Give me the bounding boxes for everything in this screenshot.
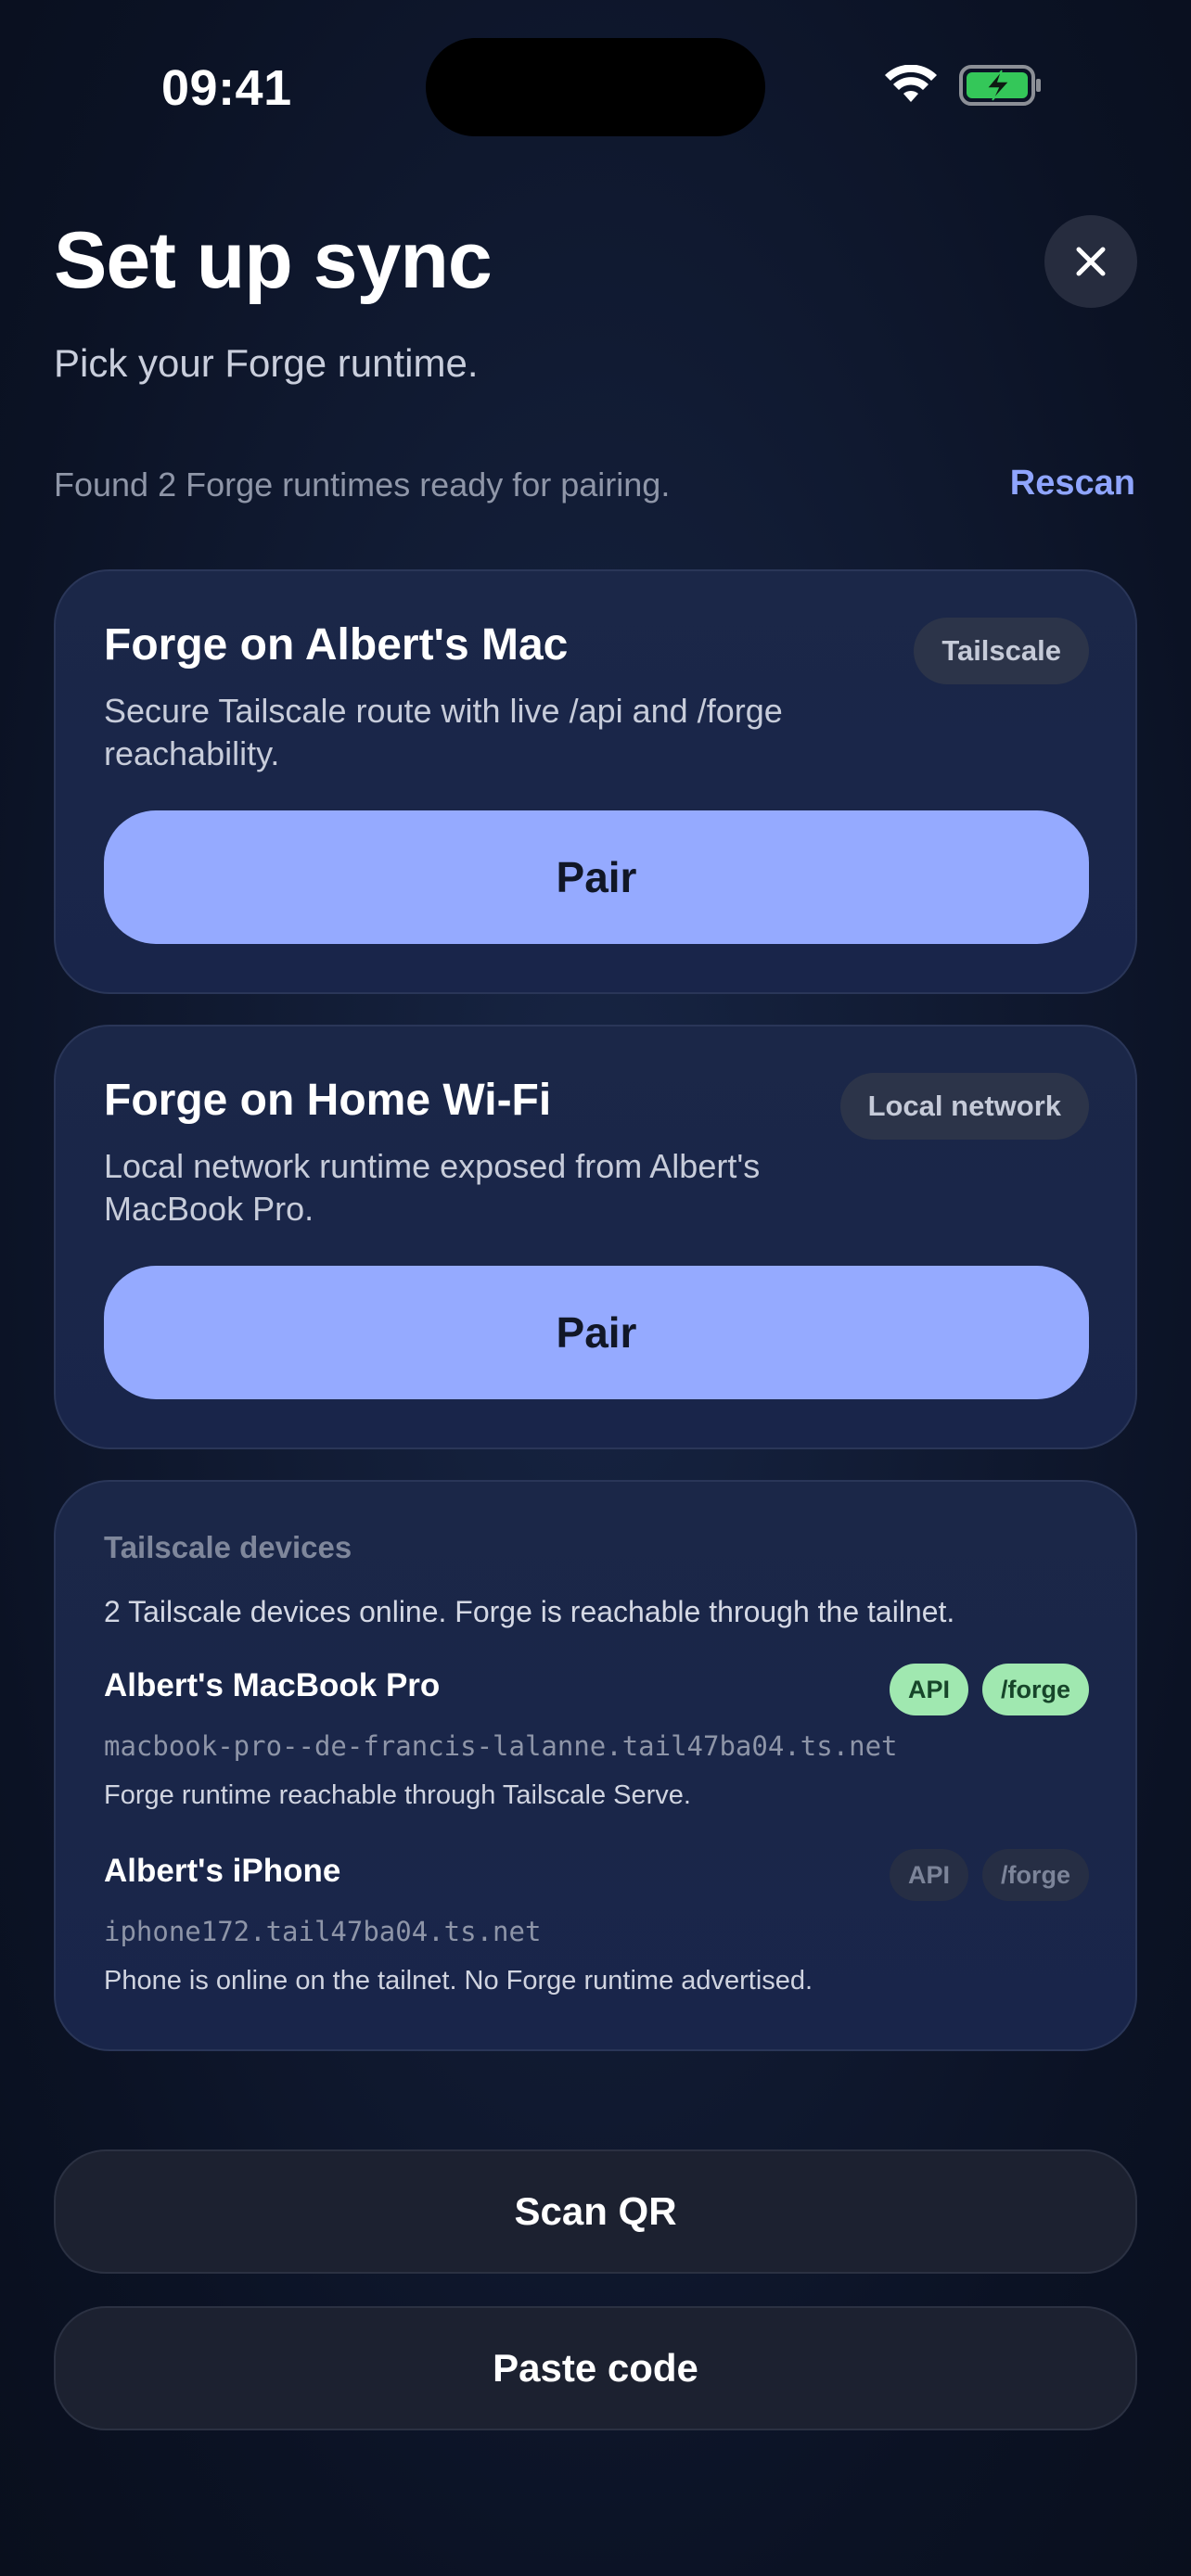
device-name: Albert's iPhone	[104, 1853, 341, 1889]
forge-status-tag: /forge	[981, 1849, 1089, 1901]
pair-button[interactable]: Pair	[104, 1266, 1089, 1399]
tailscale-devices-card: Tailscale devices 2 Tailscale devices on…	[54, 1480, 1137, 2051]
close-icon	[1076, 247, 1106, 276]
scan-qr-button[interactable]: Scan QR	[54, 2149, 1137, 2274]
runtime-title: Forge on Albert's Mac	[104, 620, 569, 670]
page-subtitle: Pick your Forge runtime.	[54, 341, 479, 385]
page-title: Set up sync	[54, 216, 493, 305]
pair-button[interactable]: Pair	[104, 810, 1089, 944]
device-hostname: macbook-pro--de-francis-lalanne.tail47ba…	[104, 1730, 898, 1762]
runtime-type-badge: Tailscale	[914, 618, 1089, 684]
devices-summary: 2 Tailscale devices online. Forge is rea…	[104, 1595, 955, 1628]
paste-code-button[interactable]: Paste code	[54, 2306, 1137, 2430]
device-note: Forge runtime reachable through Tailscal…	[104, 1780, 691, 1810]
api-status-tag: API	[889, 1664, 968, 1715]
api-status-tag: API	[889, 1849, 968, 1901]
device-hostname: iphone172.tail47ba04.ts.net	[104, 1916, 542, 1947]
discovery-status: Found 2 Forge runtimes ready for pairing…	[54, 465, 671, 504]
device-note: Phone is online on the tailnet. No Forge…	[104, 1966, 813, 1996]
status-time: 09:41	[161, 60, 292, 116]
forge-status-tag: /forge	[981, 1664, 1089, 1715]
dynamic-island	[426, 38, 765, 136]
device-name: Albert's MacBook Pro	[104, 1667, 441, 1703]
runtime-card-tailscale: Forge on Albert's Mac Tailscale Secure T…	[54, 569, 1137, 994]
runtime-type-badge: Local network	[839, 1073, 1089, 1140]
runtime-title: Forge on Home Wi-Fi	[104, 1076, 552, 1125]
runtime-description: Secure Tailscale route with live /api an…	[104, 692, 783, 772]
runtime-description: Local network runtime exposed from Alber…	[104, 1147, 761, 1228]
wifi-icon	[885, 65, 937, 102]
runtime-card-local-network: Forge on Home Wi-Fi Local network Local …	[54, 1025, 1137, 1449]
section-heading: Tailscale devices	[104, 1530, 352, 1564]
battery-charging-icon	[959, 65, 1041, 106]
close-button[interactable]	[1044, 215, 1137, 308]
rescan-button[interactable]: Rescan	[1010, 464, 1135, 504]
